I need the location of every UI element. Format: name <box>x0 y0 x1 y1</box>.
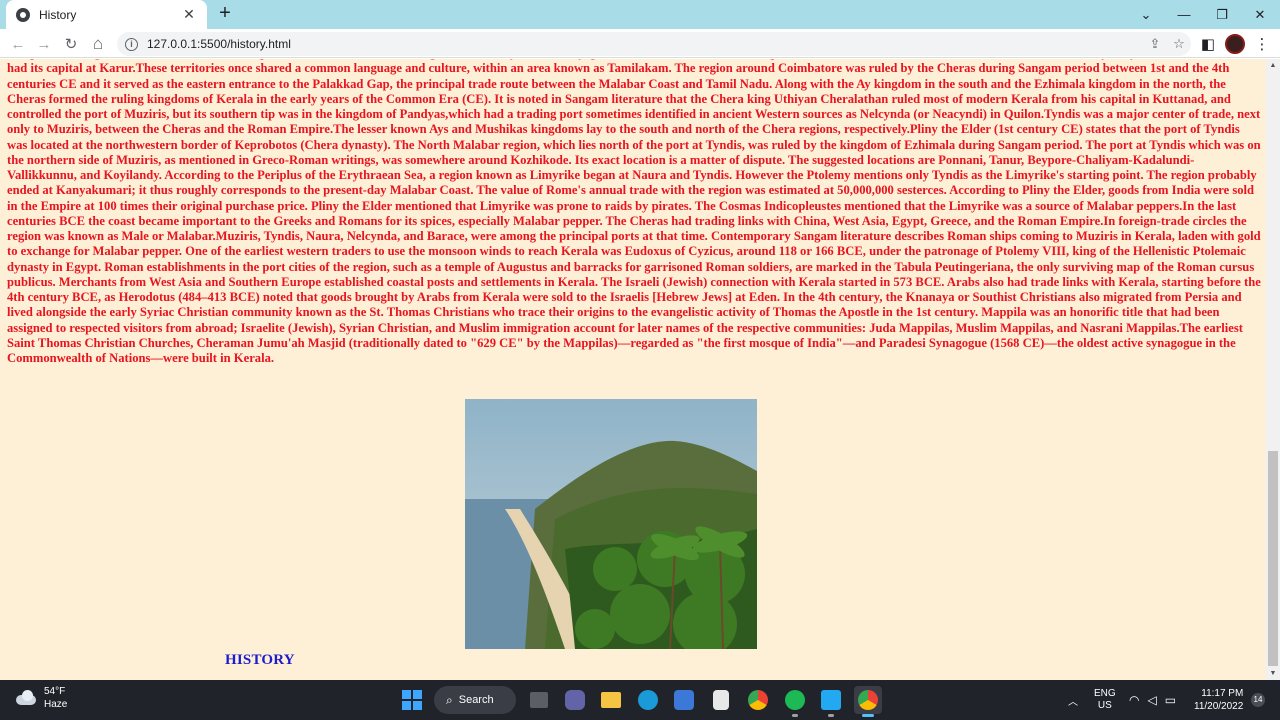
tab-strip: History ✕ + ⌄ — ❐ ✕ <box>0 0 1280 29</box>
store-button[interactable] <box>670 686 698 714</box>
bookmark-star-icon[interactable]: ☆ <box>1167 36 1191 52</box>
task-view-button[interactable] <box>525 686 553 714</box>
scroll-up-icon[interactable]: ▲ <box>1269 62 1277 69</box>
notification-center[interactable]: 14 <box>1251 680 1265 720</box>
windows-taskbar: 54°F Haze ⌕ Search ︿ ENG US ◠ ◁ ▭ 11:17 … <box>0 680 1280 720</box>
close-window-button[interactable]: ✕ <box>1241 0 1279 29</box>
menu-icon[interactable]: ⋮ <box>1250 32 1274 56</box>
coastline-illustration <box>465 399 757 649</box>
tab-search-icon[interactable]: ⌄ <box>1127 0 1165 29</box>
reload-button[interactable]: ↻ <box>59 32 83 56</box>
tab-history[interactable]: History ✕ <box>6 0 207 29</box>
globe-icon <box>16 7 30 22</box>
weather-temperature: 54°F <box>44 686 66 697</box>
clock[interactable]: 11:17 PM 11/20/2022 <box>1194 680 1243 720</box>
history-heading: HISTORY <box>225 652 295 668</box>
home-button[interactable]: ⌂ <box>86 32 110 56</box>
vertical-scrollbar[interactable]: ▲ ▼ <box>1266 59 1280 680</box>
vscode-icon <box>821 690 841 710</box>
chrome-active-button[interactable] <box>854 686 882 717</box>
url-text[interactable]: 127.0.0.1:5500/history.html <box>147 37 1143 51</box>
running-indicator <box>828 714 834 717</box>
chrome-icon <box>748 690 768 710</box>
folder-icon <box>601 692 621 708</box>
notification-badge: 14 <box>1251 693 1265 707</box>
store-icon <box>674 690 694 710</box>
side-panel-icon[interactable]: ◧ <box>1196 32 1220 56</box>
back-button[interactable]: ← <box>6 32 30 56</box>
search-icon: ⌕ <box>446 692 453 707</box>
region-code: US <box>1097 700 1112 711</box>
volume-icon: ◁ <box>1147 693 1157 707</box>
battery-icon: ▭ <box>1164 693 1177 707</box>
start-button[interactable] <box>398 686 426 714</box>
spotify-button[interactable] <box>781 686 809 717</box>
minimize-button[interactable]: — <box>1165 0 1203 29</box>
quick-settings[interactable]: ◠ ◁ ▭ <box>1129 680 1176 720</box>
maximize-button[interactable]: ❐ <box>1203 0 1241 29</box>
site-info-icon[interactable]: i <box>125 37 138 51</box>
forward-button[interactable]: → <box>32 32 56 56</box>
address-bar[interactable]: i 127.0.0.1:5500/history.html ⇪ ☆ <box>117 32 1191 56</box>
scrollbar-thumb[interactable] <box>1268 451 1278 666</box>
scroll-down-icon[interactable]: ▼ <box>1269 670 1277 677</box>
search-label: Search <box>458 694 494 706</box>
notepad-button[interactable] <box>707 686 735 714</box>
new-tab-button[interactable]: + <box>215 3 235 24</box>
running-indicator <box>792 714 798 717</box>
kerala-coast-image <box>465 399 757 649</box>
windows-logo-icon <box>402 690 422 710</box>
teams-chat-button[interactable] <box>561 686 589 714</box>
history-paragraph: independent kingdoms in southern India d… <box>7 59 1261 365</box>
edge-icon <box>638 690 658 710</box>
file-explorer-button[interactable] <box>597 686 625 714</box>
clock-date: 11/20/2022 <box>1194 701 1244 712</box>
active-indicator <box>862 714 874 717</box>
chrome-app-button[interactable] <box>744 686 772 714</box>
profile-avatar[interactable] <box>1225 34 1245 54</box>
weather-description: Haze <box>44 699 68 710</box>
language-code: ENG <box>1094 688 1116 699</box>
haze-cloud-icon <box>14 689 38 707</box>
taskbar-search[interactable]: ⌕ Search <box>434 686 516 714</box>
tab-title: History <box>39 7 77 22</box>
close-tab-icon[interactable]: ✕ <box>181 6 197 23</box>
language-indicator[interactable]: ENG US <box>1094 680 1116 720</box>
tray-overflow[interactable]: ︿ <box>1068 680 1078 720</box>
spotify-icon <box>785 690 805 710</box>
browser-toolbar: ← → ↻ ⌂ i 127.0.0.1:5500/history.html ⇪ … <box>0 29 1280 58</box>
weather-widget[interactable]: 54°F Haze <box>14 685 67 711</box>
notepad-icon <box>713 690 729 710</box>
clock-time: 11:17 PM <box>1201 688 1244 699</box>
page-viewport: independent kingdoms in southern India d… <box>0 59 1266 680</box>
chrome-profile-icon <box>858 690 878 710</box>
share-icon[interactable]: ⇪ <box>1143 36 1167 52</box>
wifi-icon: ◠ <box>1129 693 1140 707</box>
edge-button[interactable] <box>634 686 662 714</box>
task-view-icon <box>530 692 548 708</box>
chat-icon <box>565 690 585 710</box>
vscode-button[interactable] <box>817 686 845 717</box>
chevron-up-icon[interactable]: ︿ <box>1068 693 1078 708</box>
